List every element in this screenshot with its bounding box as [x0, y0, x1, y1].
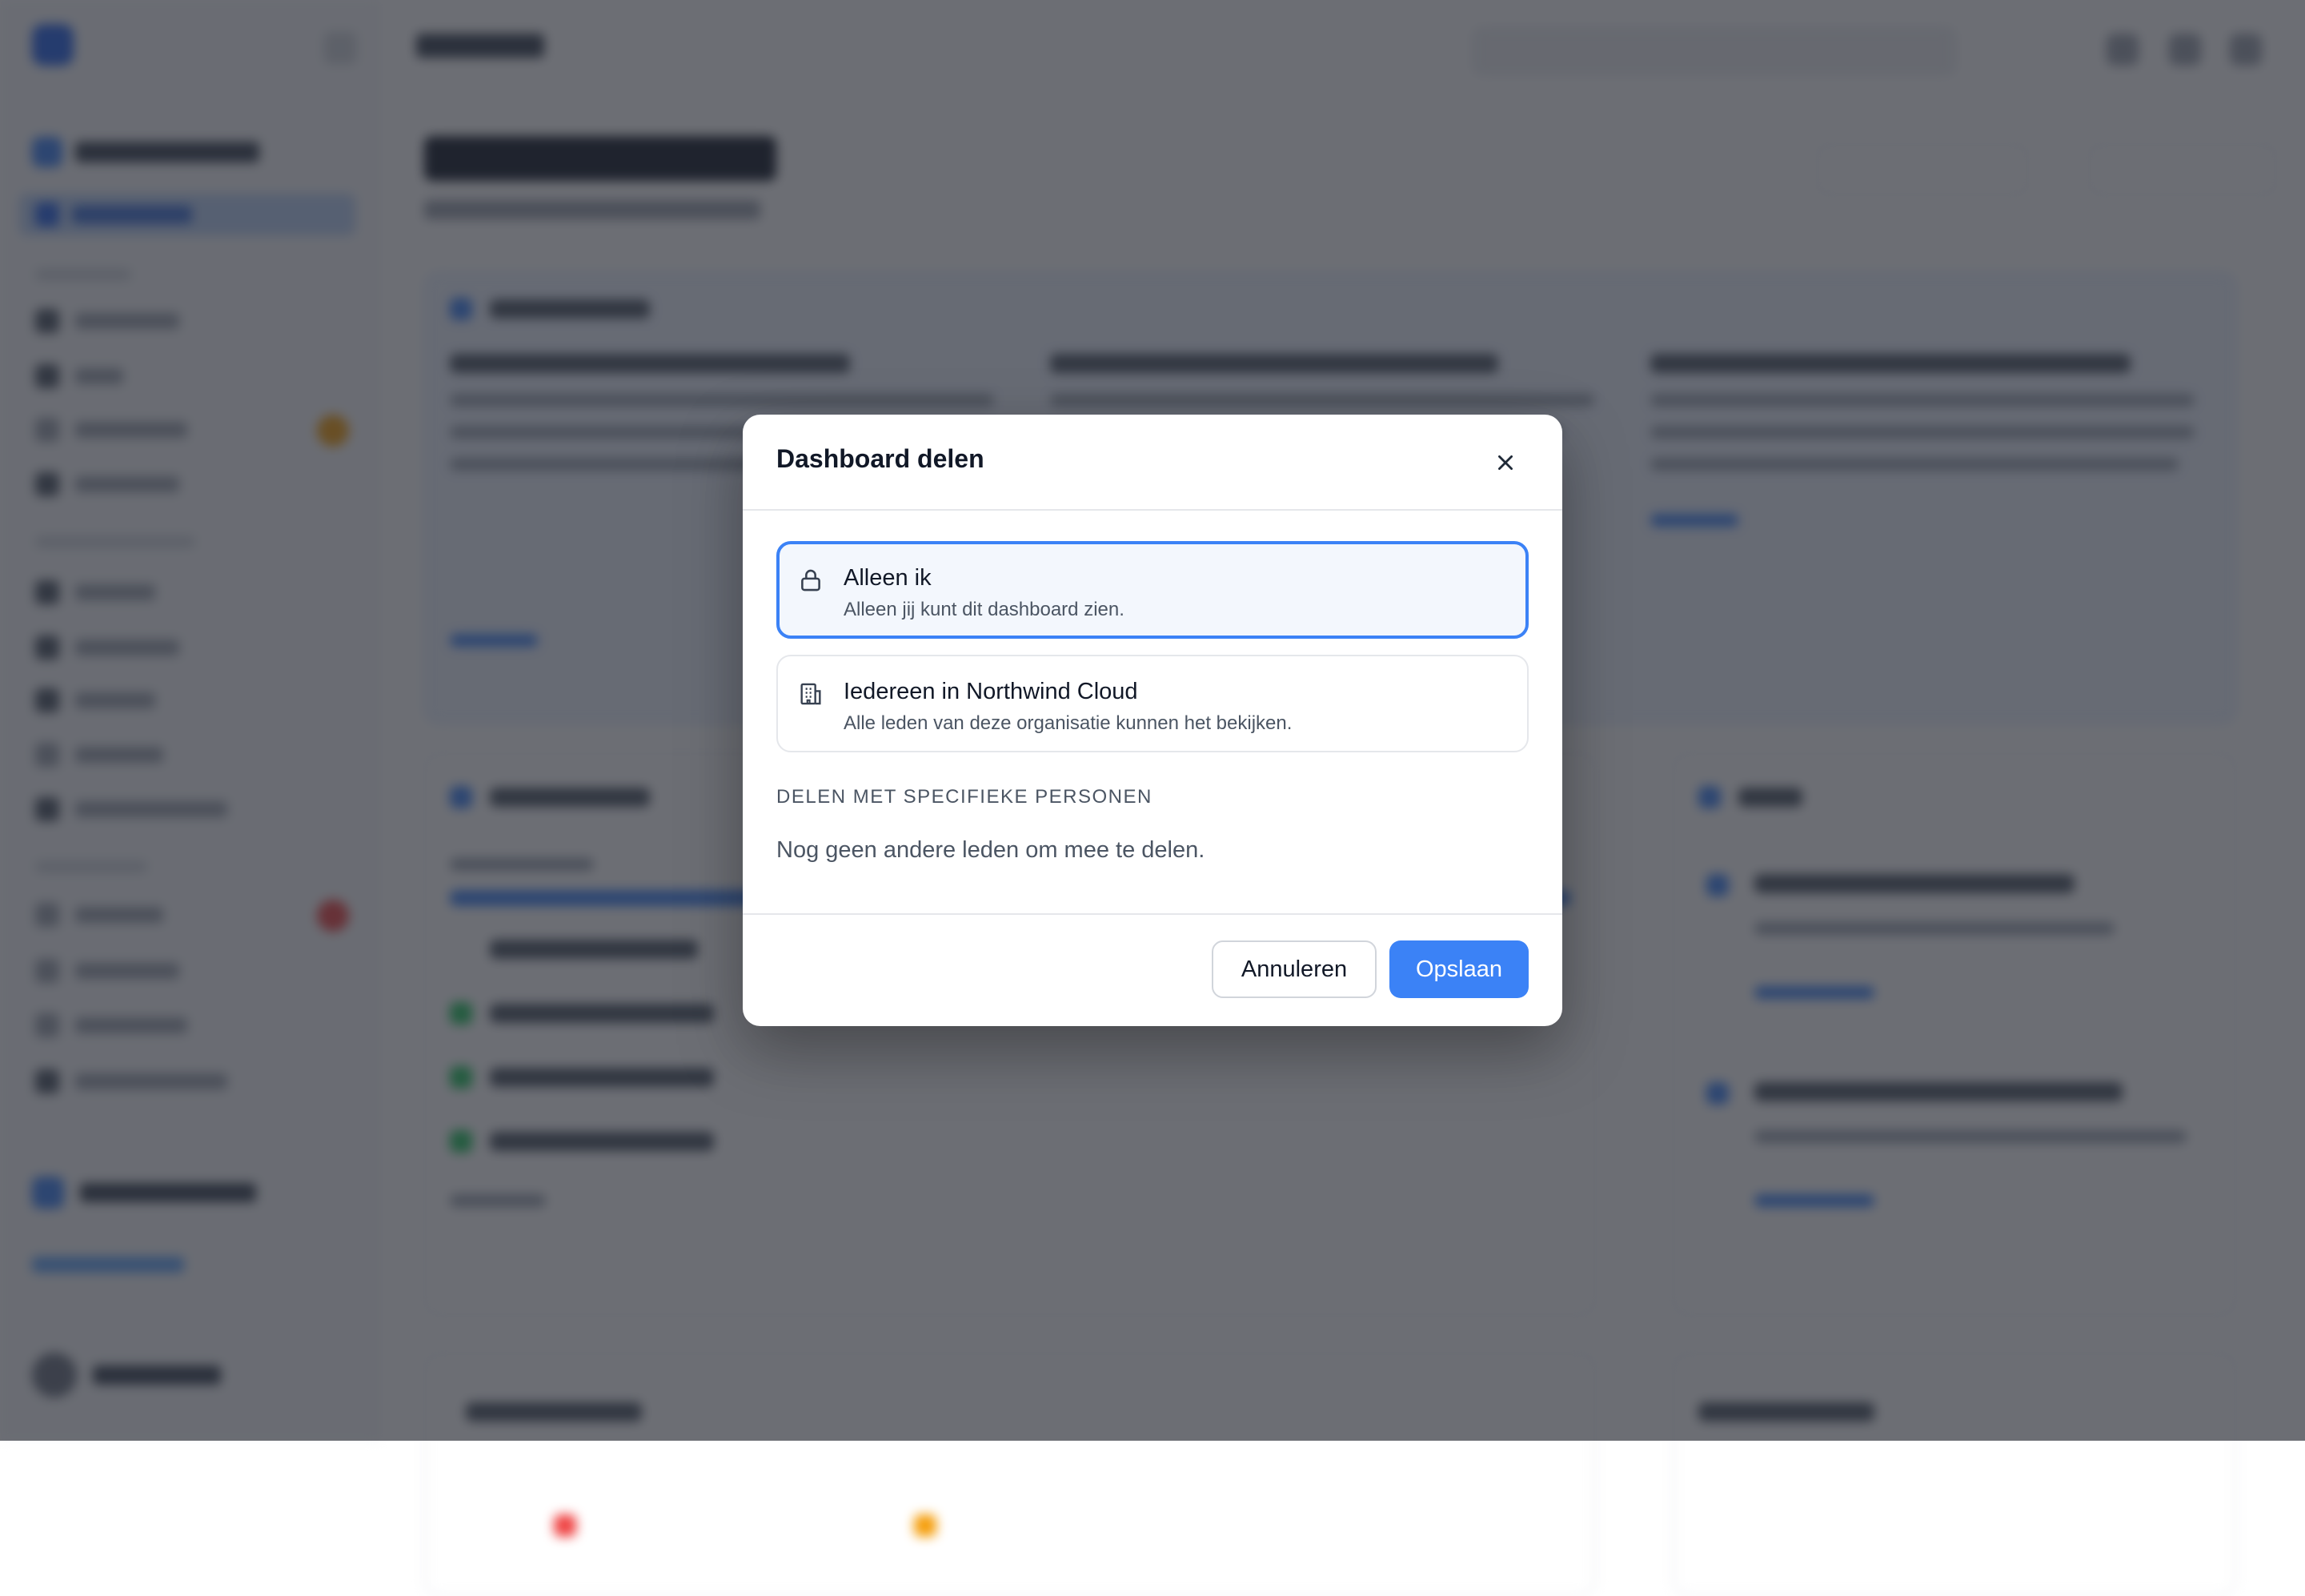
option-description: Alleen jij kunt dit dashboard zien.: [844, 599, 1124, 620]
option-everyone-in-org[interactable]: Iedereen in Northwind Cloud Alle leden v…: [776, 655, 1529, 752]
dialog-footer: Annuleren Opslaan: [743, 913, 1562, 1026]
lock-icon: [801, 569, 820, 591]
option-title: Iedereen in Northwind Cloud: [844, 679, 1138, 704]
option-only-me[interactable]: Alleen ik Alleen jij kunt dit dashboard …: [776, 541, 1529, 639]
specific-people-heading: DELEN MET SPECIFIEKE PERSONEN: [776, 786, 1152, 808]
dialog-header: Dashboard delen: [743, 415, 1562, 511]
close-icon: [1498, 455, 1513, 470]
save-button[interactable]: Opslaan: [1389, 940, 1529, 998]
building-icon: [800, 683, 821, 705]
close-button[interactable]: [1489, 447, 1521, 479]
dialog-title: Dashboard delen: [776, 444, 984, 473]
empty-state-text: Nog geen andere leden om mee te delen.: [776, 837, 1205, 863]
option-title: Alleen ik: [844, 565, 932, 591]
option-description: Alle leden van deze organisatie kunnen h…: [844, 712, 1293, 734]
cancel-button[interactable]: Annuleren: [1212, 940, 1377, 998]
share-dialog: Dashboard delen Alleen ik Alleen jij kun…: [743, 415, 1562, 1026]
